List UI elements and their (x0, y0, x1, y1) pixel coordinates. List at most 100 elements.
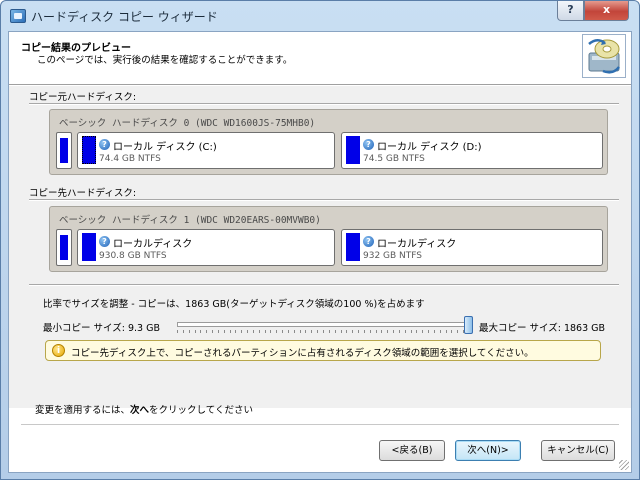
partition-bar (82, 136, 96, 164)
slider-tick (183, 330, 184, 333)
footer-divider (21, 424, 619, 426)
source-system-volume[interactable] (56, 132, 72, 169)
slider-tick (428, 330, 429, 333)
footer-text-bold: 次へ (130, 405, 150, 416)
footer-text-before: 変更を適用するには、 (35, 405, 131, 416)
slider-tick (457, 330, 458, 333)
target-disk-label: コピー先ハードディスク: (29, 188, 137, 199)
slider-tick (393, 330, 394, 333)
title-bar[interactable]: ハードディスク コピー ウィザード ? x (1, 1, 639, 31)
back-button[interactable]: <戻る(B) (379, 440, 445, 461)
slider-tick (276, 330, 277, 333)
slider-tick (270, 330, 271, 333)
partition-name: ローカル ディスク (D:) (377, 142, 482, 153)
slider-tick (323, 330, 324, 333)
help-button[interactable]: ? (557, 1, 584, 21)
wizard-content: コピー元ハードディスク: ベーシック ハードディスク 0 (WDC WD1600… (9, 86, 631, 408)
partition-size: 74.4 GB NTFS (99, 154, 161, 164)
target-disk-panel: ベーシック ハードディスク 1 (WDC WD20EARS-00MVWB0) ?… (49, 206, 608, 272)
slider-tick (189, 330, 190, 333)
slider-tick (446, 330, 447, 333)
info-text: コピー先ディスク上で、コピーされるパーティションに占有されるディスク領域の範囲を… (71, 348, 534, 359)
question-icon: ? (363, 139, 374, 150)
target-partition-2[interactable]: ? ローカルディスク 932 GB NTFS (341, 229, 603, 266)
question-icon: ? (99, 236, 110, 247)
source-disk-panel: ベーシック ハードディスク 0 (WDC WD1600JS-75MHB0) ? … (49, 109, 608, 175)
partition-size: 932 GB NTFS (363, 251, 423, 261)
slider-tick (405, 330, 406, 333)
slider-tick (305, 330, 306, 333)
slider-tick (364, 330, 365, 333)
cancel-button[interactable]: キャンセル(C) (541, 440, 615, 461)
slider-tick (311, 330, 312, 333)
slider-tick (206, 330, 207, 333)
scale-group: 比率でサイズを調整 - コピーは、1863 GB(ターゲットディスク領域の100… (37, 296, 619, 366)
slider-tick (399, 330, 400, 333)
slider-tick (422, 330, 423, 333)
slider-tick (212, 330, 213, 333)
slider-tick (387, 330, 388, 333)
page-subtitle: このページでは、実行後の結果を確認することができます。 (37, 55, 293, 66)
slider-tick (352, 330, 353, 333)
target-system-volume[interactable] (56, 229, 72, 266)
slider-tick (247, 330, 248, 333)
slider-tick (440, 330, 441, 333)
slider-tick (451, 330, 452, 333)
next-button[interactable]: 次へ(N)> (455, 440, 521, 461)
disk-copy-icon (10, 9, 26, 23)
partition-bar (346, 136, 360, 164)
source-divider (29, 103, 619, 105)
partition-bar (82, 233, 96, 261)
source-partition-d[interactable]: ? ローカル ディスク (D:) 74.5 GB NTFS (341, 132, 603, 169)
source-partition-c[interactable]: ? ローカル ディスク (C:) 74.4 GB NTFS (77, 132, 335, 169)
source-disk-label: コピー元ハードディスク: (29, 92, 137, 103)
info-bar: i コピー先ディスク上で、コピーされるパーティションに占有されるディスク領域の範… (45, 340, 601, 361)
slider-tick (218, 330, 219, 333)
window-title: ハードディスク コピー ウィザード (31, 10, 218, 24)
slider-tick (434, 330, 435, 333)
slider-tick (381, 330, 382, 333)
wizard-window: ハードディスク コピー ウィザード ? x コピー結果のプレビュー このページで… (0, 0, 640, 480)
slider-tick (241, 330, 242, 333)
slider-tick (358, 330, 359, 333)
slider-tick (265, 330, 266, 333)
scale-divider (29, 284, 619, 286)
scale-title: 比率でサイズを調整 - コピーは、1863 GB(ターゲットディスク領域の100… (43, 299, 425, 310)
slider-tick (282, 330, 283, 333)
slider-tick (317, 330, 318, 333)
question-icon: ? (99, 139, 110, 150)
slider-tick (288, 330, 289, 333)
min-size-label: 最小コピー サイズ: 9.3 GB (43, 323, 160, 334)
partition-size: 930.8 GB NTFS (99, 251, 167, 261)
slider-tick (335, 330, 336, 333)
slider-tick (259, 330, 260, 333)
disk-copy-wizard-icon (582, 34, 626, 78)
max-size-label: 最大コピー サイズ: 1863 GB (479, 323, 606, 334)
close-button[interactable]: x (584, 1, 629, 21)
partition-size: 74.5 GB NTFS (363, 154, 425, 164)
partition-bar (346, 233, 360, 261)
target-partition-1[interactable]: ? ローカルディスク 930.8 GB NTFS (77, 229, 335, 266)
footer-text-after: をクリックしてください (149, 405, 253, 416)
slider-tick (224, 330, 225, 333)
slider-tick (341, 330, 342, 333)
slider-track[interactable] (177, 322, 469, 327)
partition-name: ローカル ディスク (C:) (113, 142, 217, 153)
slider-tick (376, 330, 377, 333)
footer-instruction: 変更を適用するには、次へをクリックしてください (35, 402, 253, 416)
slider-tick (200, 330, 201, 333)
target-divider (29, 199, 619, 201)
slider-tick (294, 330, 295, 333)
copy-size-slider[interactable] (177, 316, 473, 334)
slider-tick (370, 330, 371, 333)
slider-thumb[interactable] (464, 316, 473, 334)
slider-tick (195, 330, 196, 333)
resize-grip[interactable] (619, 460, 629, 470)
slider-tick (416, 330, 417, 333)
wizard-header: コピー結果のプレビュー このページでは、実行後の結果を確認することができます。 (9, 32, 631, 84)
slider-tick (329, 330, 330, 333)
slider-tick (235, 330, 236, 333)
source-disk-title: ベーシック ハードディスク 0 (WDC WD1600JS-75MHB0) (59, 118, 316, 129)
slider-tick (177, 330, 178, 333)
slider-tick (411, 330, 412, 333)
